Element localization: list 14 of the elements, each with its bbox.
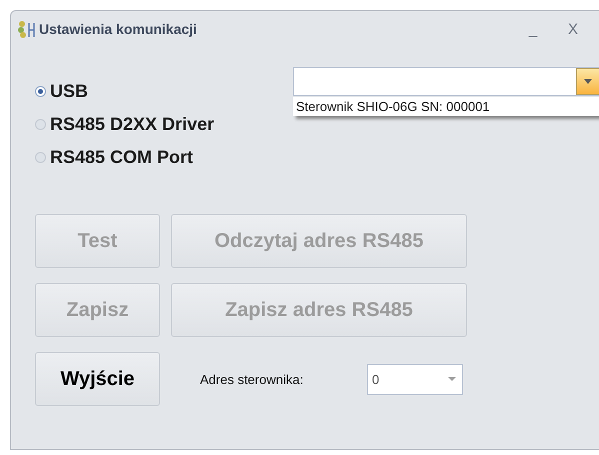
caret-icon	[448, 377, 456, 381]
minimize-button[interactable]: _	[513, 20, 553, 38]
action-button[interactable]: Wyjście	[35, 352, 160, 406]
address-combo[interactable]: 0	[367, 364, 463, 394]
radio-option[interactable]: RS485 D2XX Driver	[35, 114, 214, 135]
dropdown-option[interactable]: Sterownik SHIO-06G SN: 000001	[293, 97, 599, 116]
window-title: Ustawienia komunikacji	[39, 21, 197, 37]
radio-option[interactable]: USB	[35, 81, 88, 102]
caret-icon	[584, 79, 592, 84]
dropdown-button[interactable]	[576, 68, 599, 95]
close-button[interactable]: X	[553, 20, 593, 38]
radio-option[interactable]: RS485 COM Port	[35, 147, 194, 168]
logo-icon	[17, 19, 35, 39]
address-label: Adres sterownika:	[200, 372, 304, 386]
